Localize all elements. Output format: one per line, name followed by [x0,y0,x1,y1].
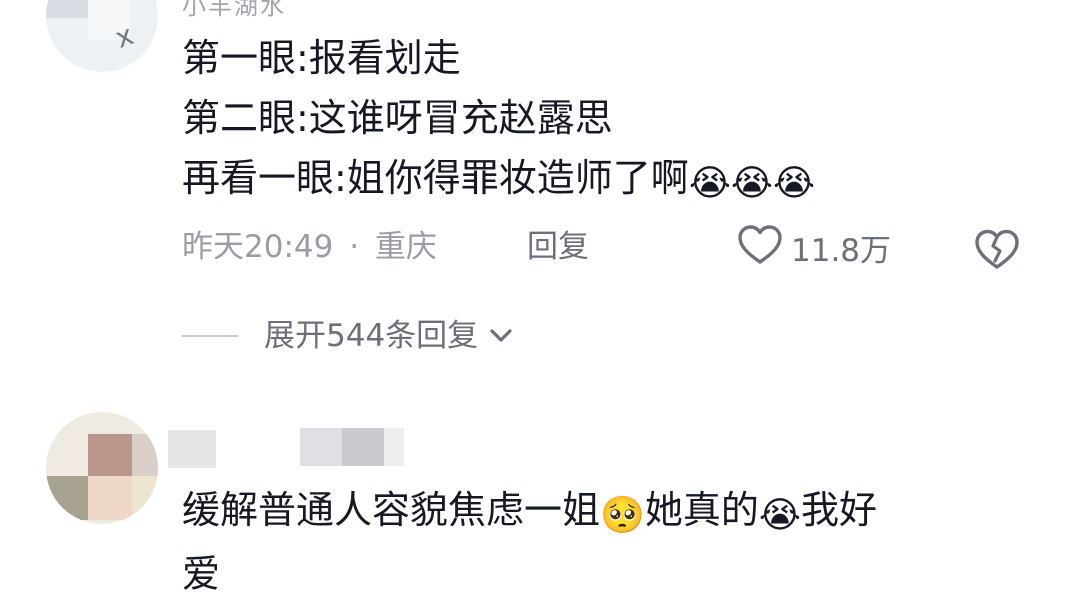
loudly-crying-emoji: 😭 [730,163,773,204]
comment-text-line: 第一眼:报看划走 [182,36,461,80]
username[interactable]: 小羊湖水 [182,0,286,21]
loudly-crying-emoji: 😭 [688,163,731,204]
chevron-down-icon [488,327,514,345]
avatar-mosaic [46,476,90,520]
comment-meta: 昨天20:49 · 重庆 [182,224,437,270]
avatar[interactable]: x [46,0,158,72]
meta-separator: · [349,229,360,265]
heart-outline-icon [737,224,783,270]
mosaic-block [342,428,384,466]
avatar-doodle: x [110,18,138,55]
avatar-mosaic [88,476,132,520]
avatar-mosaic [46,0,88,18]
loudly-crying-emoji: 😭 [772,163,816,204]
comment-text-line: 第二眼:这谁呀冒充赵露思 [182,96,613,140]
loudly-crying-emoji: 😭 [758,495,801,536]
avatar-mosaic [88,434,132,478]
comment-text: 再看一眼:姐你得罪妆造师了啊 [182,156,689,200]
comment-location: 重庆 [374,229,437,265]
expand-replies-button[interactable]: 展开544条回复 [264,314,514,358]
like-button[interactable]: 11.8万 [737,224,891,270]
comment-text-line: 再看一眼:姐你得罪妆造师了啊😭😭😭 [182,152,815,204]
avatar-mosaic [132,476,158,520]
comment-time: 昨天20:49 [182,229,334,265]
avatar-mosaic [132,434,158,478]
mosaic-block [300,428,342,466]
pleading-face-emoji: 🥺 [600,495,645,536]
comment-text: 缓解普通人容貌焦虑一姐 [182,488,601,532]
dislike-button[interactable] [973,227,1021,275]
reply-button[interactable]: 回复 [527,224,589,270]
comment-text-line: 爱 [182,552,221,596]
comment-text: 我好 [800,488,877,532]
like-count: 11.8万 [791,232,892,269]
expand-replies-label: 展开544条回复 [264,318,479,354]
broken-heart-icon [973,229,1021,275]
comment-text: 她真的 [644,488,759,532]
avatar-mosaic [168,430,216,468]
avatar[interactable] [46,412,158,524]
comment-text-line: 缓解普通人容貌焦虑一姐🥺她真的😭我好 [182,482,877,538]
username-mosaic[interactable] [300,428,404,466]
expand-divider [182,335,238,337]
mosaic-block [384,428,404,466]
